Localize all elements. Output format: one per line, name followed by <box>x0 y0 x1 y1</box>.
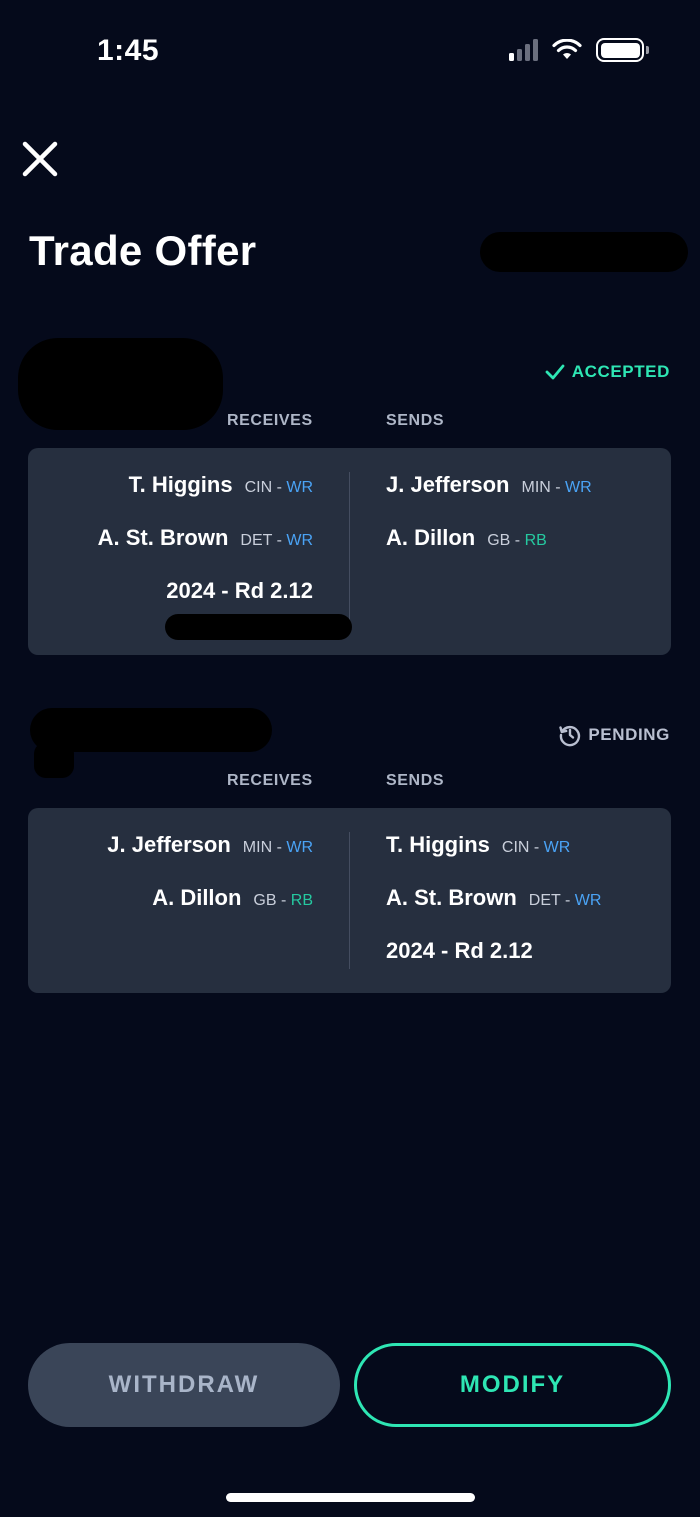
player-team: MIN - WR <box>242 839 313 856</box>
divider <box>349 472 350 631</box>
player-name: T. Higgins <box>128 472 233 497</box>
player-row[interactable]: T. Higgins CIN - WR <box>98 472 313 525</box>
close-button[interactable] <box>20 139 60 179</box>
player-name: A. St. Brown <box>386 885 517 910</box>
modify-button[interactable]: MODIFY <box>354 1343 671 1427</box>
player-row[interactable]: A. Dillon GB - RB <box>386 525 592 578</box>
player-name: J. Jefferson <box>107 832 231 857</box>
receives-column: J. Jefferson MIN - WR A. Dillon GB - RB <box>107 832 313 938</box>
battery-icon <box>596 38 649 62</box>
status-label: PENDING <box>588 725 670 744</box>
check-icon <box>545 364 565 380</box>
sends-column: J. Jefferson MIN - WR A. Dillon GB - RB <box>386 472 592 578</box>
player-team: CIN - WR <box>244 479 313 496</box>
player-row[interactable]: J. Jefferson MIN - WR <box>386 472 592 525</box>
status-time: 1:45 <box>97 34 160 67</box>
player-row[interactable]: A. St. Brown DET - WR <box>98 525 313 578</box>
receives-header: RECEIVES <box>227 412 313 429</box>
player-name: A. Dillon <box>386 525 476 550</box>
status-badge-accepted: ACCEPTED <box>544 362 670 382</box>
player-row[interactable]: T. Higgins CIN - WR <box>386 832 601 885</box>
player-name: J. Jefferson <box>386 472 510 497</box>
player-row[interactable]: A. Dillon GB - RB <box>107 885 313 938</box>
wifi-icon <box>552 39 582 59</box>
redacted-pick-owner <box>165 614 352 640</box>
player-row[interactable]: A. St. Brown DET - WR <box>386 885 601 938</box>
player-team: DET - WR <box>240 532 313 549</box>
player-team: GB - RB <box>253 892 313 909</box>
home-indicator[interactable] <box>226 1493 475 1502</box>
sends-header: SENDS <box>386 412 445 429</box>
player-name: T. Higgins <box>386 832 490 857</box>
withdraw-button[interactable]: WITHDRAW <box>28 1343 340 1427</box>
close-icon <box>22 141 58 177</box>
divider <box>349 832 350 969</box>
redacted-user-name <box>18 338 223 430</box>
sends-column: T. Higgins CIN - WR A. St. Brown DET - WR … <box>386 832 601 991</box>
draft-pick: 2024 - Rd 2.12 <box>386 938 533 963</box>
status-icons <box>509 38 649 62</box>
redacted-avatar <box>34 742 74 778</box>
receives-column: T. Higgins CIN - WR A. St. Brown DET - WR … <box>98 472 313 631</box>
trade-card: J. Jefferson MIN - WR A. Dillon GB - RB T.… <box>28 808 671 993</box>
cellular-signal-icon <box>509 39 538 61</box>
redacted-avatar <box>480 232 688 272</box>
player-team: CIN - WR <box>501 839 571 856</box>
player-name: A. Dillon <box>152 885 242 910</box>
player-team: DET - WR <box>528 892 602 909</box>
player-team: GB - RB <box>487 532 547 549</box>
player-row[interactable]: J. Jefferson MIN - WR <box>107 832 313 885</box>
receives-header: RECEIVES <box>227 772 313 789</box>
status-label: ACCEPTED <box>571 362 670 381</box>
draft-pick: 2024 - Rd 2.12 <box>166 578 313 603</box>
sends-header: SENDS <box>386 772 445 789</box>
draft-pick-row[interactable]: 2024 - Rd 2.12 <box>386 938 601 991</box>
status-badge-pending: PENDING <box>558 723 670 747</box>
player-name: A. St. Brown <box>97 525 229 550</box>
history-icon <box>559 725 581 747</box>
player-team: MIN - WR <box>521 479 592 496</box>
page-title: Trade Offer <box>29 227 257 274</box>
